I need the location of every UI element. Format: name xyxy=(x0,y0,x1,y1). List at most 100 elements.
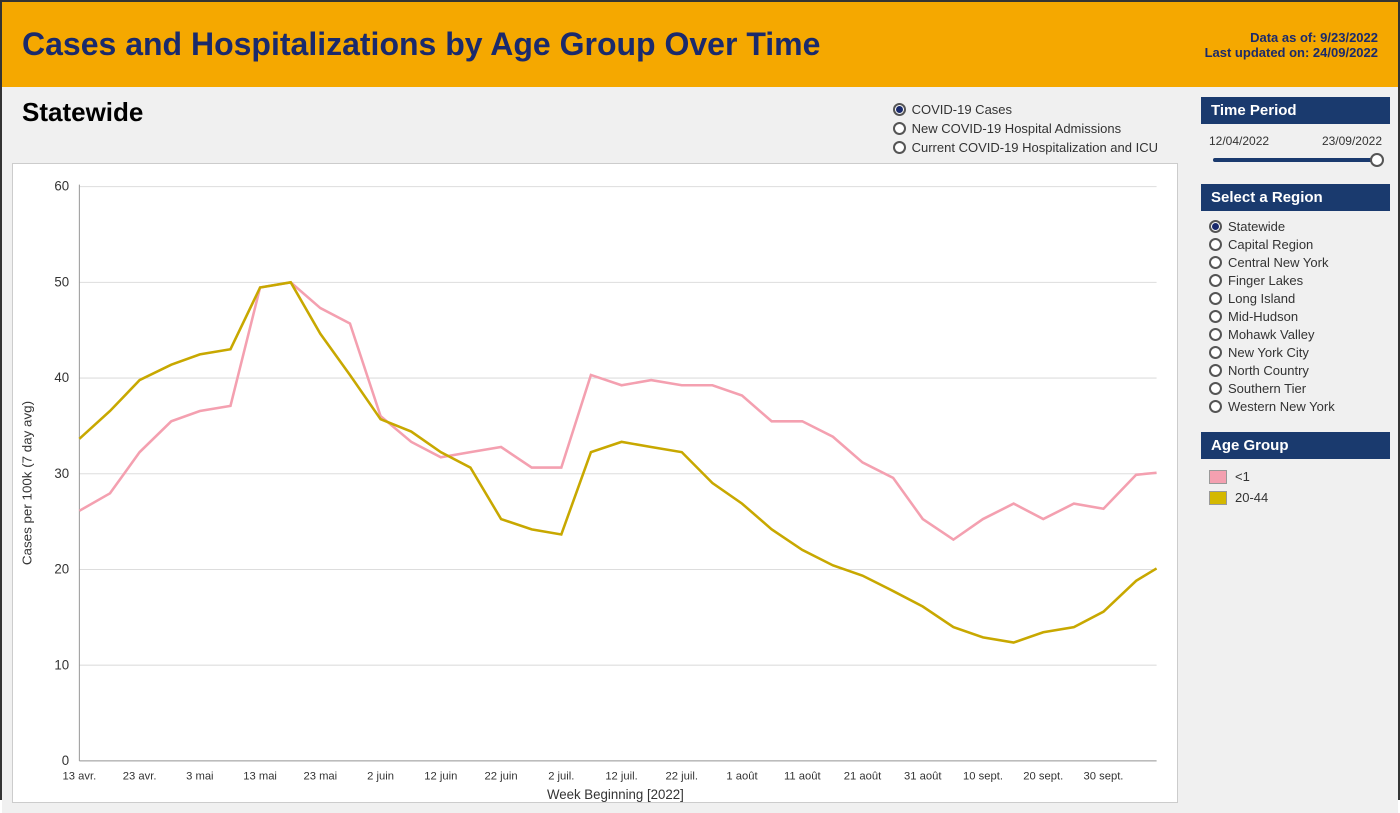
chart-svg: Cases per 100k (7 day avg) 0 10 20 xyxy=(13,164,1177,802)
svg-text:12 juin: 12 juin xyxy=(424,770,457,782)
age-group-header: Age Group xyxy=(1201,432,1390,459)
svg-text:10 sept.: 10 sept. xyxy=(963,770,1003,782)
legend-item-cases[interactable]: COVID-19 Cases xyxy=(893,102,1158,117)
chart-title: Statewide xyxy=(12,97,143,128)
time-period-content: 12/04/2022 23/09/2022 xyxy=(1201,128,1390,174)
region-finger-lakes[interactable]: Finger Lakes xyxy=(1209,273,1382,288)
legend-label-hospital: New COVID-19 Hospital Admissions xyxy=(912,121,1122,136)
region-statewide[interactable]: Statewide xyxy=(1209,219,1382,234)
svg-text:12 juil.: 12 juil. xyxy=(605,770,637,782)
svg-text:30 sept.: 30 sept. xyxy=(1084,770,1124,782)
region-label-mid-hudson: Mid-Hudson xyxy=(1228,309,1298,324)
slider-track xyxy=(1213,158,1378,162)
region-list: Statewide Capital Region Central New Yor… xyxy=(1201,215,1390,418)
svg-text:22 juin: 22 juin xyxy=(485,770,518,782)
region-label-central-ny: Central New York xyxy=(1228,255,1328,270)
region-label-statewide: Statewide xyxy=(1228,219,1285,234)
age-group-section: Age Group <1 20-44 xyxy=(1201,432,1390,511)
svg-text:10: 10 xyxy=(54,657,69,672)
svg-text:13 mai: 13 mai xyxy=(243,770,277,782)
svg-text:40: 40 xyxy=(54,370,69,385)
region-capital[interactable]: Capital Region xyxy=(1209,237,1382,252)
chart-header: Statewide COVID-19 Cases New COVID-19 Ho… xyxy=(12,97,1178,155)
radio-statewide[interactable] xyxy=(1209,220,1222,233)
svg-text:21 août: 21 août xyxy=(844,770,882,782)
slider-thumb[interactable] xyxy=(1370,153,1384,167)
region-mohawk[interactable]: Mohawk Valley xyxy=(1209,327,1382,342)
svg-text:22 juil.: 22 juil. xyxy=(666,770,698,782)
legend-label-icu: Current COVID-19 Hospitalization and ICU xyxy=(912,140,1158,155)
region-label-western-ny: Western New York xyxy=(1228,399,1335,414)
region-label-north-country: North Country xyxy=(1228,363,1309,378)
age-label-2044: 20-44 xyxy=(1235,490,1268,505)
slider-fill xyxy=(1213,158,1378,162)
region-long-island[interactable]: Long Island xyxy=(1209,291,1382,306)
header: Cases and Hospitalizations by Age Group … xyxy=(2,2,1398,87)
radio-southern-tier[interactable] xyxy=(1209,382,1222,395)
radio-western-ny[interactable] xyxy=(1209,400,1222,413)
page-title: Cases and Hospitalizations by Age Group … xyxy=(22,25,820,63)
radio-cases[interactable] xyxy=(893,103,906,116)
region-label-nyc: New York City xyxy=(1228,345,1309,360)
svg-text:3 mai: 3 mai xyxy=(186,770,213,782)
header-date: Data as of: 9/23/2022 Last updated on: 2… xyxy=(1205,30,1378,60)
main-content: Statewide COVID-19 Cases New COVID-19 Ho… xyxy=(2,87,1398,813)
svg-text:13 avr.: 13 avr. xyxy=(63,770,97,782)
time-period-header: Time Period xyxy=(1201,97,1390,124)
end-date: 23/09/2022 xyxy=(1322,134,1382,148)
svg-text:50: 50 xyxy=(54,274,69,289)
gold-line xyxy=(79,282,1156,642)
age-item-2044: 20-44 xyxy=(1209,490,1382,505)
radio-mid-hudson[interactable] xyxy=(1209,310,1222,323)
pink-line xyxy=(79,282,1156,539)
region-label-mohawk: Mohawk Valley xyxy=(1228,327,1314,342)
legend: COVID-19 Cases New COVID-19 Hospital Adm… xyxy=(893,97,1178,155)
svg-text:2 juin: 2 juin xyxy=(367,770,394,782)
region-mid-hudson[interactable]: Mid-Hudson xyxy=(1209,309,1382,324)
region-north-country[interactable]: North Country xyxy=(1209,363,1382,378)
age-item-lt1: <1 xyxy=(1209,469,1382,484)
radio-hospital[interactable] xyxy=(893,122,906,135)
data-as-of: Data as of: 9/23/2022 xyxy=(1205,30,1378,45)
region-nyc[interactable]: New York City xyxy=(1209,345,1382,360)
svg-text:30: 30 xyxy=(54,466,69,481)
radio-nyc[interactable] xyxy=(1209,346,1222,359)
svg-text:31 août: 31 août xyxy=(904,770,942,782)
svg-text:Cases per 100k (7 day avg): Cases per 100k (7 day avg) xyxy=(19,401,34,565)
svg-text:2 juil.: 2 juil. xyxy=(548,770,574,782)
radio-north-country[interactable] xyxy=(1209,364,1222,377)
start-date: 12/04/2022 xyxy=(1209,134,1269,148)
age-color-lt1 xyxy=(1209,470,1227,484)
region-label-capital: Capital Region xyxy=(1228,237,1313,252)
time-period-dates: 12/04/2022 23/09/2022 xyxy=(1209,134,1382,148)
slider-container xyxy=(1209,152,1382,168)
svg-text:20: 20 xyxy=(54,562,69,577)
age-group-content: <1 20-44 xyxy=(1201,463,1390,511)
radio-finger-lakes[interactable] xyxy=(1209,274,1222,287)
age-label-lt1: <1 xyxy=(1235,469,1250,484)
age-color-2044 xyxy=(1209,491,1227,505)
svg-text:20 sept.: 20 sept. xyxy=(1023,770,1063,782)
svg-text:0: 0 xyxy=(62,753,69,768)
svg-text:60: 60 xyxy=(54,179,69,194)
svg-text:23 avr.: 23 avr. xyxy=(123,770,157,782)
region-header: Select a Region xyxy=(1201,184,1390,211)
radio-icu[interactable] xyxy=(893,141,906,154)
region-label-finger-lakes: Finger Lakes xyxy=(1228,273,1303,288)
radio-mohawk[interactable] xyxy=(1209,328,1222,341)
region-section: Select a Region Statewide Capital Region… xyxy=(1201,184,1390,418)
svg-text:1 août: 1 août xyxy=(726,770,758,782)
radio-capital[interactable] xyxy=(1209,238,1222,251)
sidebar: Time Period 12/04/2022 23/09/2022 xyxy=(1193,87,1398,813)
svg-text:23 mai: 23 mai xyxy=(303,770,337,782)
app: Cases and Hospitalizations by Age Group … xyxy=(0,0,1400,800)
region-southern-tier[interactable]: Southern Tier xyxy=(1209,381,1382,396)
legend-label-cases: COVID-19 Cases xyxy=(912,102,1012,117)
radio-central-ny[interactable] xyxy=(1209,256,1222,269)
legend-item-icu[interactable]: Current COVID-19 Hospitalization and ICU xyxy=(893,140,1158,155)
radio-long-island[interactable] xyxy=(1209,292,1222,305)
chart-container: Cases per 100k (7 day avg) 0 10 20 xyxy=(12,163,1178,803)
legend-item-hospital[interactable]: New COVID-19 Hospital Admissions xyxy=(893,121,1158,136)
region-central-ny[interactable]: Central New York xyxy=(1209,255,1382,270)
region-western-ny[interactable]: Western New York xyxy=(1209,399,1382,414)
